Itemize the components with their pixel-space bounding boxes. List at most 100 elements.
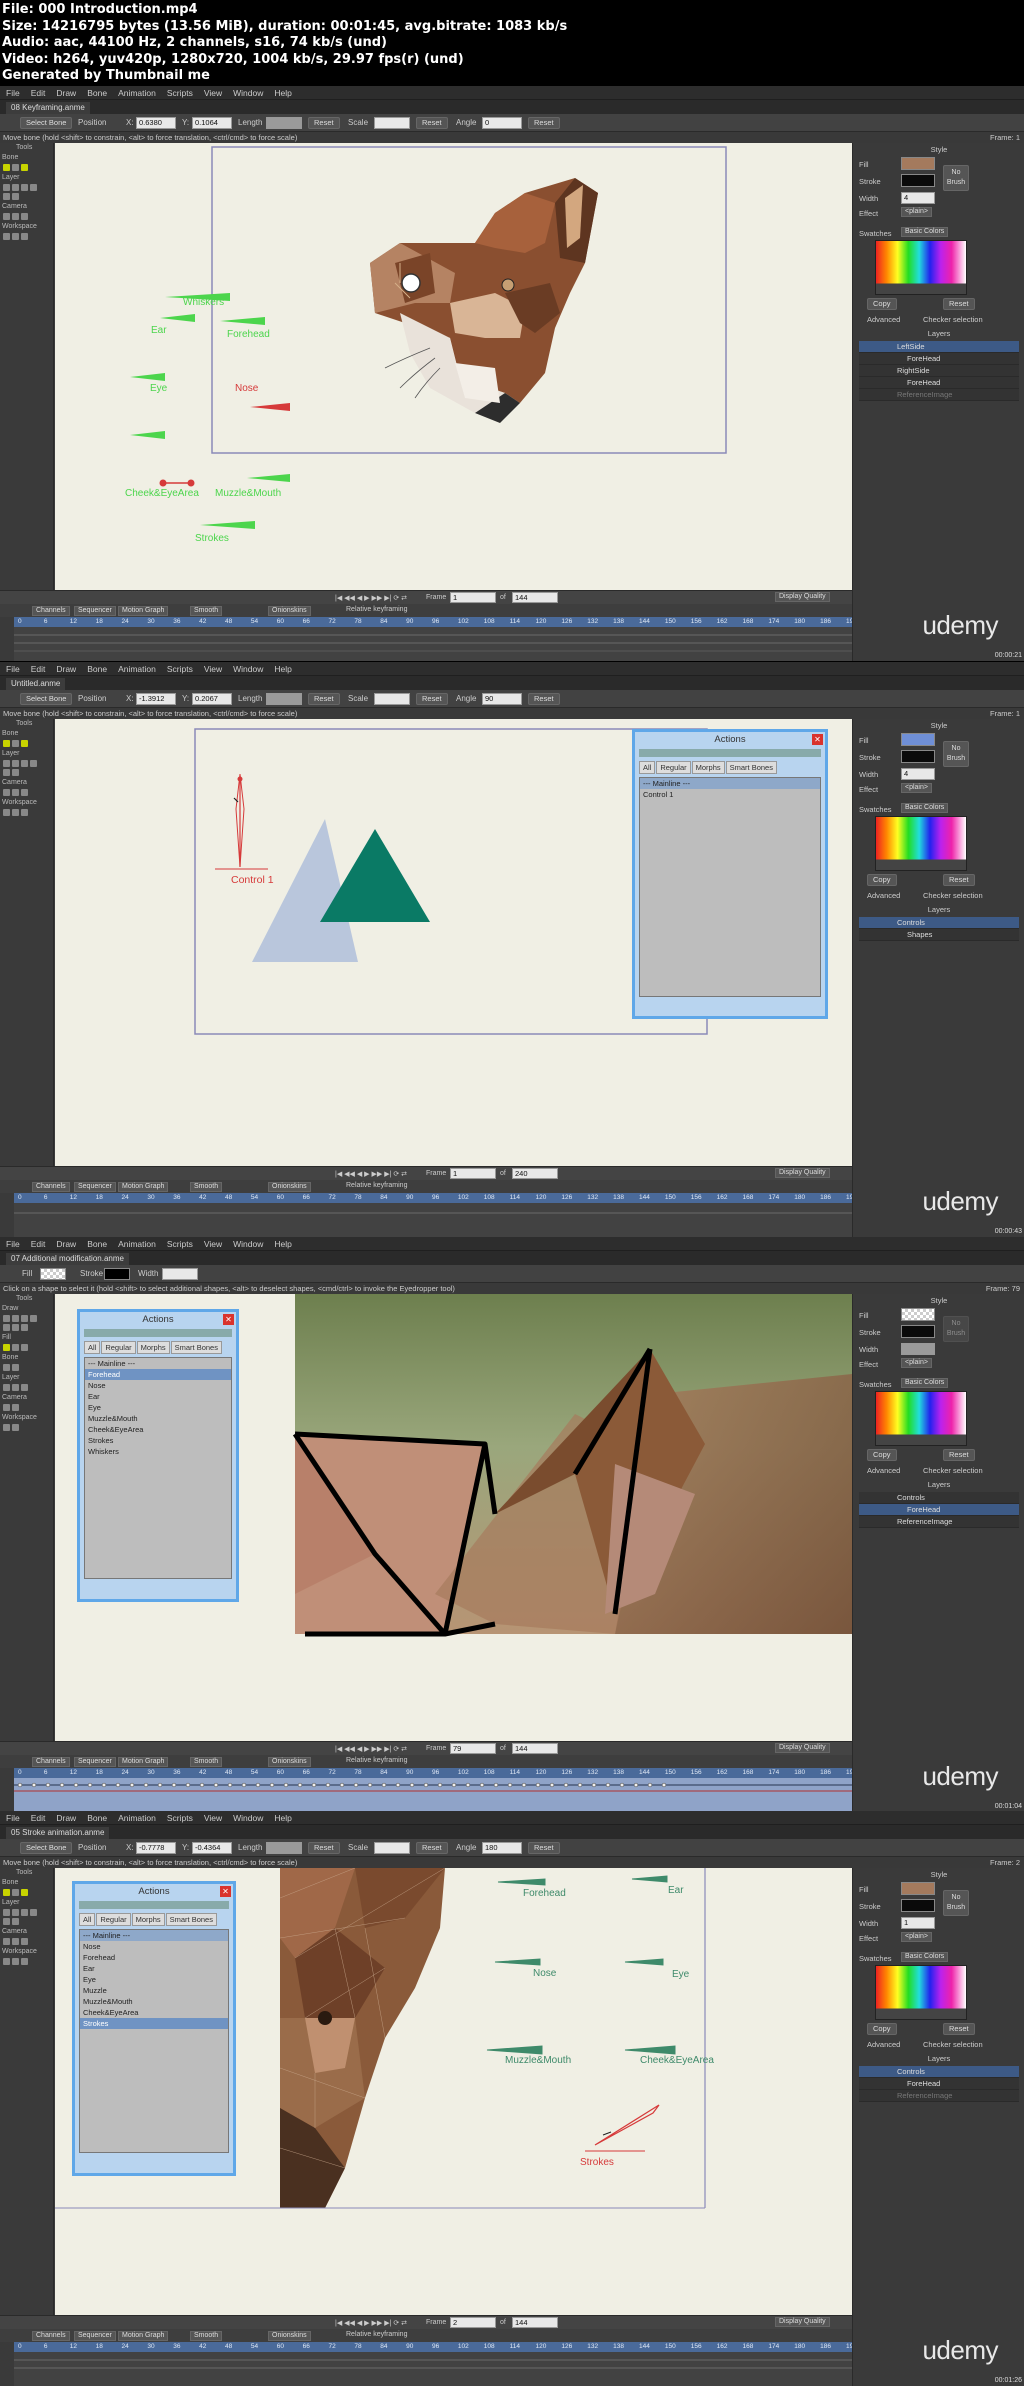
close-icon[interactable]: ✕ (812, 734, 823, 745)
no-brush-button[interactable]: No Brush (943, 1890, 969, 1916)
copy-button[interactable]: Copy (867, 2023, 897, 2035)
interpolation-select[interactable]: Smooth (190, 2331, 223, 2341)
tab-sequencer[interactable]: Sequencer (74, 2331, 116, 2341)
select-bone-tool-icon[interactable] (3, 164, 10, 171)
rotate-layer-tool-icon[interactable] (21, 760, 28, 767)
translate-layer-tool-icon[interactable] (3, 1384, 10, 1391)
playback-buttons[interactable]: |◀ ◀◀ ◀ ▶ ▶▶ ▶| ⟳ ⇄ (335, 2319, 407, 2327)
width-field[interactable]: 1 (901, 1917, 935, 1929)
display-quality-button[interactable]: Display Quality (775, 1743, 830, 1753)
swatch-set-select[interactable]: Basic Colors (901, 803, 949, 813)
tab-all[interactable]: All (639, 761, 656, 774)
translate-bone-tool-icon[interactable] (12, 164, 19, 171)
tab-channels[interactable]: Channels (32, 1757, 70, 1767)
effect-select[interactable]: <plain> (901, 783, 932, 793)
advanced-checkbox[interactable]: Advanced (867, 891, 900, 900)
list-item[interactable]: Eye (80, 1974, 228, 1985)
fill-swatch[interactable] (40, 1268, 66, 1280)
layer-row[interactable]: LeftSide (859, 341, 1019, 353)
layer-row[interactable]: Shapes (859, 929, 1019, 941)
relative-keyframing-label[interactable]: Relative keyframing (346, 2331, 407, 2338)
doc-tab[interactable]: Untitled.anme (6, 678, 66, 690)
fill-swatch[interactable] (901, 157, 935, 170)
angle-field[interactable]: 0 (482, 117, 522, 129)
tab-regular[interactable]: Regular (96, 1913, 131, 1926)
playback-buttons[interactable]: |◀ ◀◀ ◀ ▶ ▶▶ ▶| ⟳ ⇄ (335, 1170, 407, 1178)
menu-bone[interactable]: Bone (87, 1813, 107, 1823)
control-bone-label[interactable]: Control 1 (231, 874, 274, 886)
select-bone-button[interactable]: Select Bone (20, 1842, 73, 1854)
zoom-camera-tool-icon[interactable] (12, 213, 19, 220)
menu-help[interactable]: Help (274, 88, 291, 98)
arrow-tool-icon[interactable] (21, 1324, 28, 1331)
canvas[interactable]: Control 1 Actions ✕ All Regular Morphs Smart… (55, 719, 852, 1166)
copy-button[interactable]: Copy (867, 298, 897, 310)
width-field[interactable] (162, 1268, 198, 1280)
timeline-tracks[interactable] (14, 1203, 852, 1237)
stroke-swatch[interactable] (901, 1325, 935, 1338)
zoom-tool-icon[interactable] (12, 809, 19, 816)
reset-button[interactable]: Reset (308, 117, 340, 129)
bone-label-muzzle-mouth[interactable]: Muzzle&Mouth (215, 488, 281, 499)
tab-regular[interactable]: Regular (101, 1341, 136, 1354)
onionskins-select[interactable]: Onionskins (268, 1182, 311, 1192)
frame-field[interactable]: 1 (450, 592, 496, 603)
layer-row[interactable]: Controls (859, 2066, 1019, 2078)
tab-channels[interactable]: Channels (32, 606, 70, 616)
tab-channels[interactable]: Channels (32, 1182, 70, 1192)
frame-field[interactable]: 1 (450, 1168, 496, 1179)
scale-layer-tool-icon[interactable] (12, 1909, 19, 1916)
canvas[interactable]: Actions ✕ All Regular Morphs Smart Bones ---… (55, 1294, 852, 1741)
layer-row[interactable]: ReferenceImage (859, 1516, 1019, 1528)
doc-tab[interactable]: 08 Keyframing.anme (6, 102, 90, 114)
list-item[interactable]: Nose (85, 1380, 231, 1391)
flip-layer-tool-icon[interactable] (12, 193, 19, 200)
tab-morphs[interactable]: Morphs (136, 1341, 170, 1354)
select-shape-tool-icon[interactable] (3, 1344, 10, 1351)
list-item[interactable]: Ear (80, 1963, 228, 1974)
timeline-ruler[interactable]: 0 6 12 18 24 30 36 42 48 54 60 66 72 78 84 90 96 102 108 11… (14, 1768, 857, 1778)
copy-button[interactable]: Copy (867, 1449, 897, 1461)
translate-bone-tool-icon[interactable] (12, 1889, 19, 1896)
relative-keyframing-label[interactable]: Relative keyframing (346, 606, 407, 613)
frame-field[interactable]: 2 (450, 2317, 496, 2328)
fill-swatch[interactable] (901, 733, 935, 746)
pos-y-field[interactable]: 0.2067 (192, 693, 232, 705)
total-frames-field[interactable]: 144 (512, 592, 558, 603)
list-item[interactable]: Muzzle&Mouth (85, 1413, 231, 1424)
width-field[interactable]: 4 (901, 192, 935, 204)
pos-x-field[interactable]: -1.3912 (136, 693, 176, 705)
rotate-layer-tool-icon[interactable] (21, 1384, 28, 1391)
hand-tool-icon[interactable] (3, 233, 10, 240)
tab-all[interactable]: All (79, 1913, 96, 1926)
bone-label-strokes[interactable]: Strokes (195, 533, 229, 544)
list-item[interactable]: Strokes (85, 1435, 231, 1446)
menu-animation[interactable]: Animation (118, 1239, 156, 1249)
timeline-ruler[interactable]: 0 6 12 18 24 30 36 42 48 54 60 66 72 78 84 90 96 102 108 11… (14, 617, 857, 627)
menu-view[interactable]: View (204, 88, 222, 98)
tab-sequencer[interactable]: Sequencer (74, 606, 116, 616)
menu-edit[interactable]: Edit (31, 1813, 46, 1823)
transform-points-tool-icon[interactable] (3, 1315, 10, 1322)
playback-buttons[interactable]: |◀ ◀◀ ◀ ▶ ▶▶ ▶| ⟳ ⇄ (335, 1745, 407, 1753)
reset-button[interactable]: Reset (416, 1842, 448, 1854)
timeline-tracks[interactable] (14, 627, 852, 661)
create-shape-tool-icon[interactable] (12, 1344, 19, 1351)
list-item[interactable]: --- Mainline --- (85, 1358, 231, 1369)
menu-help[interactable]: Help (274, 664, 291, 674)
list-item[interactable]: Muzzle (80, 1985, 228, 1996)
translate-layer-tool-icon[interactable] (3, 184, 10, 191)
rotate-workspace-tool-icon[interactable] (21, 1958, 28, 1965)
layer-row[interactable]: ReferenceImage (859, 2090, 1019, 2102)
menu-scripts[interactable]: Scripts (167, 1239, 193, 1249)
tab-sequencer[interactable]: Sequencer (74, 1757, 116, 1767)
stroke-swatch[interactable] (901, 750, 935, 763)
length-field[interactable] (266, 693, 302, 705)
menu-view[interactable]: View (204, 664, 222, 674)
list-item[interactable]: Control 1 (640, 789, 820, 800)
tab-smart-bones[interactable]: Smart Bones (165, 1913, 217, 1926)
doc-tab[interactable]: 07 Additional modification.anme (6, 1253, 129, 1265)
tab-regular[interactable]: Regular (656, 761, 691, 774)
display-quality-button[interactable]: Display Quality (775, 592, 830, 602)
timeline-ruler[interactable]: 0 6 12 18 24 30 36 42 48 54 60 66 72 78 84 90 96 102 108 11… (14, 1193, 857, 1203)
